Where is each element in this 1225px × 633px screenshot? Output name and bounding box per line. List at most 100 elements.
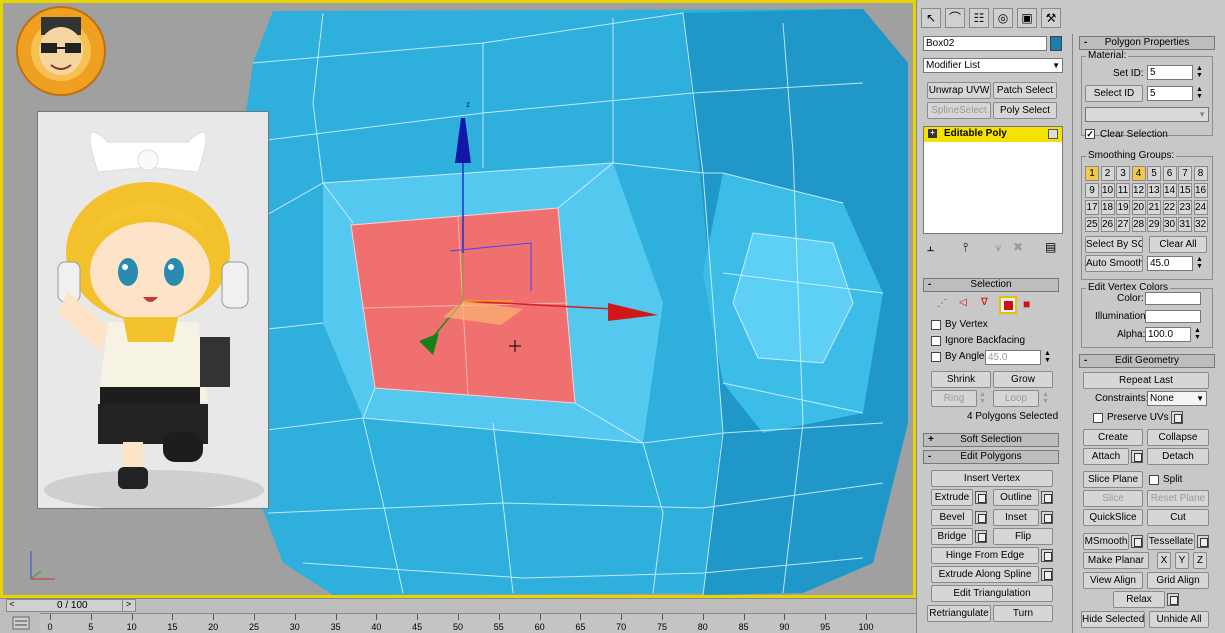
display-tab-icon[interactable]: ▣ xyxy=(1017,8,1037,28)
make-unique-icon[interactable]: ⩛ xyxy=(995,240,1002,255)
unhide-all-button[interactable]: Unhide All xyxy=(1149,611,1209,628)
smoothing-group-button[interactable]: 22 xyxy=(1162,200,1177,215)
flip-button[interactable]: Flip xyxy=(993,528,1053,545)
extrude-settings-icon[interactable] xyxy=(975,491,987,504)
set-id-spinner-icon[interactable]: ▲ ▼ xyxy=(1195,65,1204,80)
constraints-dropdown[interactable]: None ▼ xyxy=(1147,391,1207,406)
timeline[interactable]: 0 / 100 < > 0 5 10 15 20 25 30 35 40 45 50 55 60 65 70… xyxy=(0,598,916,633)
patch-select-button[interactable]: Patch Select xyxy=(993,82,1057,99)
turn-button[interactable]: Turn xyxy=(993,605,1053,622)
select-id-spinner-icon[interactable]: ▲ ▼ xyxy=(1195,86,1204,101)
smoothing-group-button[interactable]: 28 xyxy=(1131,217,1146,232)
clear-selection-checkbox[interactable]: ✓ xyxy=(1085,129,1095,139)
smoothing-group-button[interactable]: 13 xyxy=(1147,183,1161,198)
object-color-swatch[interactable] xyxy=(1050,36,1062,51)
motion-tab-icon[interactable]: ◎ xyxy=(993,8,1013,28)
polygon-mode-icon[interactable] xyxy=(999,296,1017,314)
soft-selection-rollout-header[interactable]: + Soft Selection xyxy=(923,433,1059,447)
object-name-field[interactable]: Box02 xyxy=(923,36,1047,51)
smoothing-group-button[interactable]: 32 xyxy=(1193,217,1208,232)
set-id-input[interactable]: 5 xyxy=(1147,65,1193,80)
material-name-dropdown[interactable]: ▼ xyxy=(1085,107,1209,122)
configure-sets-icon[interactable]: ▤ xyxy=(1045,240,1056,254)
time-prev-icon[interactable]: < xyxy=(6,599,18,612)
smoothing-group-button[interactable]: 17 xyxy=(1085,200,1099,215)
loop-spinner-icon[interactable]: ▲ ▼ xyxy=(1041,391,1050,406)
view-align-button[interactable]: View Align xyxy=(1083,572,1143,589)
poly-select-button[interactable]: Poly Select xyxy=(993,102,1057,119)
hinge-settings-icon[interactable] xyxy=(1041,549,1053,562)
time-next-icon[interactable]: > xyxy=(122,599,134,612)
auto-smooth-input[interactable]: 45.0 xyxy=(1147,256,1193,271)
smoothing-group-button[interactable]: 24 xyxy=(1193,200,1208,215)
by-angle-spinner-icon[interactable]: ▲ ▼ xyxy=(1043,350,1052,365)
smoothing-group-button[interactable]: 30 xyxy=(1162,217,1177,232)
slice-plane-button[interactable]: Slice Plane xyxy=(1083,471,1143,488)
msmooth-settings-icon[interactable] xyxy=(1131,535,1143,548)
smoothing-group-button[interactable]: 11 xyxy=(1116,183,1130,198)
auto-smooth-spinner-icon[interactable]: ▲ ▼ xyxy=(1195,256,1204,271)
preserve-uvs-settings-icon[interactable] xyxy=(1171,411,1183,424)
smoothing-group-button[interactable]: 6 xyxy=(1162,166,1177,181)
outline-button[interactable]: Outline xyxy=(993,489,1039,506)
select-id-button[interactable]: Select ID xyxy=(1085,85,1143,102)
loop-button[interactable]: Loop xyxy=(993,390,1039,407)
auto-smooth-button[interactable]: Auto Smooth xyxy=(1085,255,1143,272)
smoothing-group-button[interactable]: 18 xyxy=(1100,200,1115,215)
planar-y-button[interactable]: Y xyxy=(1175,552,1189,569)
smoothing-group-button[interactable]: 7 xyxy=(1178,166,1192,181)
smoothing-group-button[interactable]: 2 xyxy=(1100,166,1115,181)
relax-button[interactable]: Relax xyxy=(1113,591,1165,608)
make-planar-button[interactable]: Make Planar xyxy=(1083,552,1149,569)
hide-selected-button[interactable]: Hide Selected xyxy=(1081,611,1145,628)
edit-geometry-rollout-header[interactable]: - Edit Geometry xyxy=(1079,354,1215,368)
smoothing-group-button[interactable]: 25 xyxy=(1085,217,1099,232)
quickslice-button[interactable]: QuickSlice xyxy=(1083,509,1143,526)
smoothing-group-button[interactable]: 9 xyxy=(1085,183,1099,198)
modifier-list-dropdown[interactable]: Modifier List ▼ xyxy=(923,58,1063,73)
hierarchy-tab-icon[interactable]: ☷ xyxy=(969,8,989,28)
color-swatch[interactable] xyxy=(1145,292,1201,305)
smoothing-group-button[interactable]: 12 xyxy=(1131,183,1146,198)
vertex-mode-icon[interactable]: ⋰ xyxy=(937,298,947,309)
smoothing-group-button[interactable]: 16 xyxy=(1193,183,1208,198)
bridge-settings-icon[interactable] xyxy=(975,530,987,543)
remove-modifier-icon[interactable]: ✖ xyxy=(1013,240,1023,254)
perspective-viewport[interactable]: z xyxy=(0,0,916,598)
illumination-swatch[interactable] xyxy=(1145,310,1201,323)
smoothing-group-button[interactable]: 5 xyxy=(1147,166,1161,181)
by-angle-checkbox[interactable] xyxy=(931,352,941,362)
repeat-last-button[interactable]: Repeat Last xyxy=(1083,372,1209,389)
extrude-along-spline-button[interactable]: Extrude Along Spline xyxy=(931,566,1039,583)
bridge-button[interactable]: Bridge xyxy=(931,528,973,545)
alpha-input[interactable]: 100.0 xyxy=(1145,327,1191,342)
inset-button[interactable]: Inset xyxy=(993,509,1039,526)
time-slider[interactable]: 0 / 100 xyxy=(6,599,136,612)
grid-align-button[interactable]: Grid Align xyxy=(1147,572,1209,589)
smoothing-group-button[interactable]: 3 xyxy=(1116,166,1130,181)
collapse-button[interactable]: Collapse xyxy=(1147,429,1209,446)
alpha-spinner-icon[interactable]: ▲ ▼ xyxy=(1193,327,1202,342)
edit-polygons-rollout-header[interactable]: - Edit Polygons xyxy=(923,450,1059,464)
outline-settings-icon[interactable] xyxy=(1041,491,1053,504)
by-angle-input[interactable]: 45.0 xyxy=(985,350,1041,365)
by-vertex-checkbox[interactable] xyxy=(931,320,941,330)
msmooth-button[interactable]: MSmooth xyxy=(1083,533,1129,550)
time-ruler[interactable]: 0 5 10 15 20 25 30 35 40 45 50 55 60 65 70 75 80 85 90 95 10… xyxy=(40,613,916,633)
create-button[interactable]: Create xyxy=(1083,429,1143,446)
smoothing-group-button[interactable]: 29 xyxy=(1147,217,1161,232)
stack-item-editable-poly[interactable]: + Editable Poly xyxy=(924,127,1062,142)
extrude-spline-settings-icon[interactable] xyxy=(1041,568,1053,581)
bevel-button[interactable]: Bevel xyxy=(931,509,973,526)
selection-rollout-header[interactable]: - Selection xyxy=(923,278,1059,292)
modify-tab-icon[interactable]: ⌒ xyxy=(945,8,965,28)
smoothing-group-button[interactable]: 14 xyxy=(1162,183,1177,198)
planar-z-button[interactable]: Z xyxy=(1193,552,1207,569)
clear-all-button[interactable]: Clear All xyxy=(1149,236,1207,253)
tessellate-settings-icon[interactable] xyxy=(1197,535,1209,548)
spline-select-button[interactable]: SplineSelect xyxy=(927,102,991,119)
select-id-input[interactable]: 5 xyxy=(1147,86,1193,101)
attach-button[interactable]: Attach xyxy=(1083,448,1129,465)
smoothing-group-button[interactable]: 8 xyxy=(1193,166,1208,181)
tessellate-button[interactable]: Tessellate xyxy=(1147,533,1195,550)
